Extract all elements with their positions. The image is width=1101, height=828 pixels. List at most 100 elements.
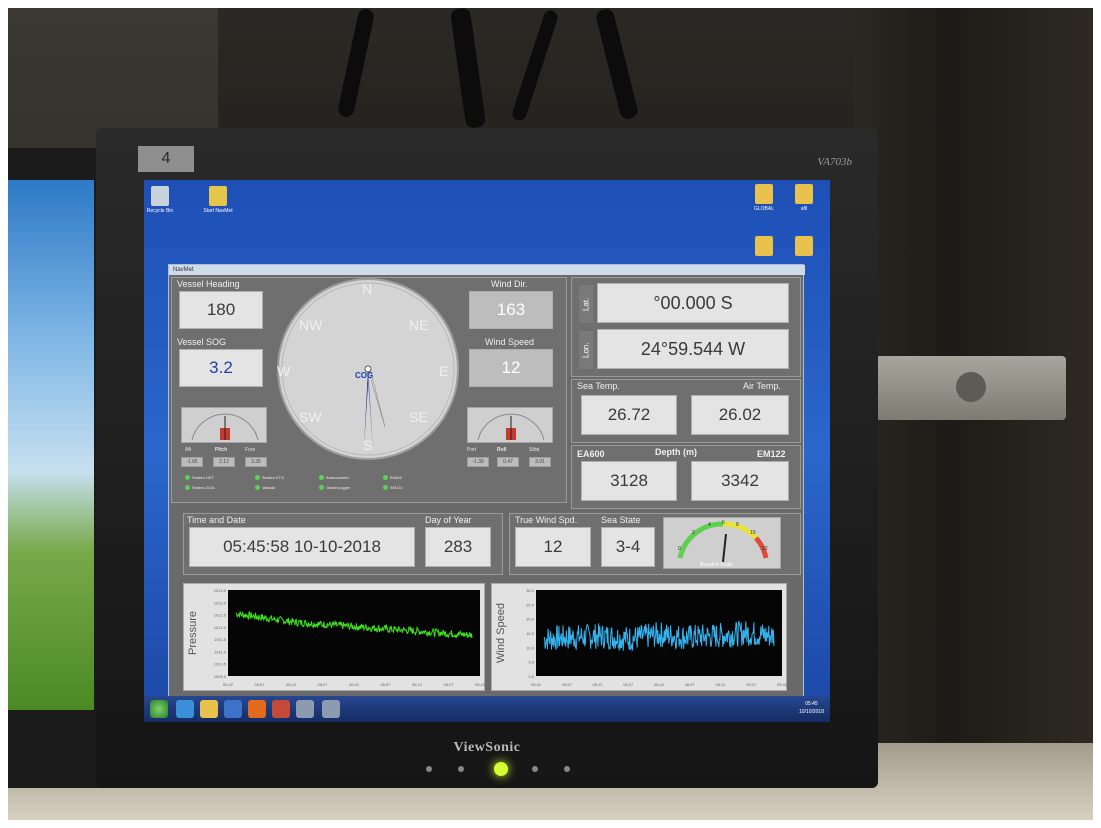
monitor-model-label: VA703b [817,156,852,168]
pressure-chart: Pressure 1013.5 1013.0 1012.5 1012.0 1011.5 10… [187,588,486,687]
folder-icon [755,236,773,256]
time-date-value: 05:45:58 10-10-2018 [189,527,415,567]
y-tick-label: 25.0 [526,602,535,607]
firefox-icon[interactable] [248,700,266,718]
internet-explorer-icon[interactable] [176,700,194,718]
clock-time: 05:45 [805,701,818,707]
air-temp-value: 26.02 [691,395,789,435]
desktop-icon-afil[interactable]: afil [780,184,828,212]
pressure-chart-panel: Pressure 1013.5 1013.0 1012.5 1012.0 1011.5 10… [183,583,486,691]
status-label: Vaisala [262,485,275,490]
x-tick-label: 05:42 [531,682,542,687]
y-tick-label: 1012.5 [214,613,227,618]
monitor-button[interactable] [532,766,538,772]
compass-se: SE [409,409,428,425]
monitor-button[interactable] [426,766,432,772]
status-ok-icon [383,475,388,480]
pitch-fore-label: Fore [245,447,256,453]
y-tick-label: 1013.0 [214,600,227,605]
status-seatex-hdt: Seatex-HDT [185,475,214,480]
pitch-aft-label: Aft [185,447,192,453]
desktop-icon-label: GLOBAL [753,206,774,212]
sea-state-value: 3-4 [601,527,655,567]
desktop-icon-folder[interactable] [780,236,828,258]
beaufort-tick: 4 [708,522,711,528]
cable [594,8,640,121]
wind-speed-label: Wind Speed [485,337,535,347]
shortcut-icon [209,186,227,206]
desktop-icon-start-navmet[interactable]: Start NavMet [194,186,242,214]
beaufort-tick: 12 [762,546,768,552]
lon-value: 24°59.544 W [597,329,789,369]
compass-sw: SW [299,409,322,425]
bolt [956,372,986,402]
x-tick-label: 06:42 [349,682,360,687]
roll-center-value: 0.47 [497,457,519,467]
roll-stbd-value: 3.91 [529,457,551,467]
day-of-year-value: 283 [425,527,491,567]
lat-label: Lat. [579,285,593,323]
compass-rose [277,278,459,460]
folder-icon [795,236,813,256]
true-wind-label: True Wind Spd. [515,515,578,525]
compass-w: W [277,363,291,379]
wind-speed-value: 12 [469,349,553,387]
monitor-button[interactable] [458,766,464,772]
navmet-window-taskbar-icon[interactable] [322,700,340,718]
beaufort-tick: 0 [678,546,681,552]
pitch-center-value: 2.12 [213,457,235,467]
em122-depth-value: 3342 [691,461,789,501]
x-tick-label: 05:27 [443,682,454,687]
monitor-number-label: 4 [138,146,194,172]
status-ok-icon [185,475,190,480]
file-explorer-icon[interactable] [200,700,218,718]
power-button[interactable] [494,762,508,776]
status-vaisala: Vaisala [255,485,275,490]
status-label: EM122 [390,485,403,490]
y-tick-label: 1013.5 [214,588,227,593]
status-ok-icon [255,485,260,490]
vessel-sog-value: 3.2 [179,349,263,387]
roll-gauge-dial [477,413,545,441]
wind-dir-value: 163 [469,291,553,329]
x-tick-label: 06:42 [654,682,665,687]
monitor-button[interactable] [564,766,570,772]
x-tick-label: 05:42 [475,682,486,687]
vessel-sog-label: Vessel SOG [177,337,227,347]
wind-speed-chart-panel: Wind Speed 30.0 25.0 20.0 15.0 10.0 5.0 0.0 05:4… [491,583,788,691]
navmet-taskbar-icon[interactable] [296,700,314,718]
vessel-heading-value: 180 [179,291,263,329]
status-ok-icon [255,475,260,480]
app-icon[interactable] [272,700,290,718]
status-label: Seatex-HDT [192,475,215,480]
air-temp-label: Air Temp. [743,381,781,391]
pitch-center-label: Pitch [215,447,228,453]
roll-port-label: Port [467,447,477,453]
monitor-brand-label: ViewSonic [453,740,521,755]
y-tick-label: 5.0 [528,660,534,665]
y-tick-label: 15.0 [526,631,535,636]
x-tick-label: 06:27 [623,682,634,687]
status-ok-icon [185,485,190,490]
x-tick-label: 05:27 [746,682,757,687]
compass-cog-label: COG [355,371,374,380]
sea-temp-value: 26.72 [581,395,677,435]
status-seatex-vtg: Seatex-VTG [255,475,284,480]
cable [336,8,376,119]
y-tick-label: 1012.0 [214,625,227,630]
beaufort-tick: 8 [736,522,739,528]
cable [449,8,487,129]
taskbar-clock[interactable]: 05:45 10/10/2018 [799,700,824,716]
monitor-mount-bracket [876,356,1066,420]
y-tick-label: 1010.5 [214,662,227,667]
lat-value: °00.000 S [597,283,789,323]
ea600-depth-value: 3128 [581,461,677,501]
window-titlebar[interactable]: NavMet [169,265,805,275]
status-oceanlogger: OceanLogger [319,485,350,490]
pitch-aft-value: -1.65 [181,457,203,467]
media-player-icon[interactable] [224,700,242,718]
start-orb-icon[interactable] [150,700,168,718]
recycle-bin-icon [151,186,169,206]
compass-ne: NE [409,317,429,333]
desktop-icon-recycle-bin[interactable]: Recycle Bin [144,186,184,214]
